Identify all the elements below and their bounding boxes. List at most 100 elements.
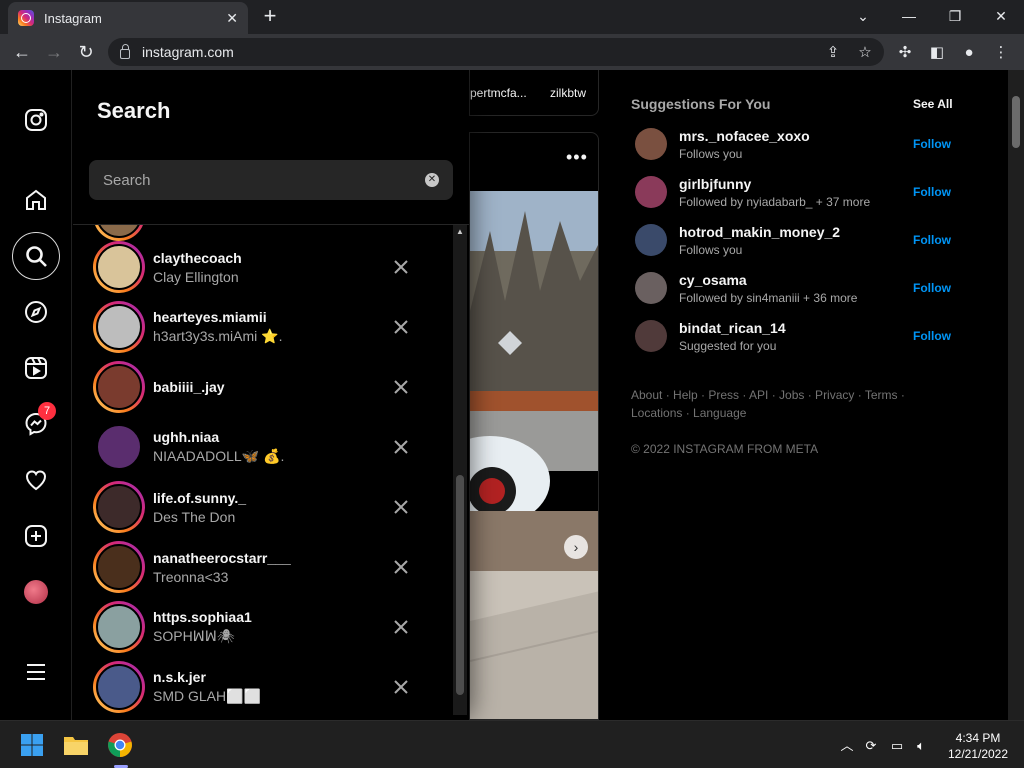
remove-recent-close-icon[interactable] <box>389 615 413 639</box>
list-item[interactable]: hearteyes.miamii h3art3y3s.miAmi ⭐. <box>73 297 453 357</box>
search-input[interactable] <box>103 171 425 189</box>
search-heading: Search <box>97 98 171 123</box>
post-image[interactable] <box>470 191 598 719</box>
explore-compass-icon[interactable] <box>20 296 52 328</box>
forward-arrow-icon[interactable]: → <box>42 40 66 64</box>
list-item[interactable]: ughh.niaa NIAADADOLL🦋 💰. <box>73 417 453 477</box>
recent-fullname: NIAADADOLL🦋 💰. <box>153 448 285 464</box>
show-hidden-icons-chevron-icon[interactable]: ︿ <box>838 737 856 755</box>
list-item[interactable]: nanatheerocstarr___ Treonna<33 <box>73 537 453 597</box>
new-tab-button[interactable]: + <box>258 4 282 28</box>
scrollbar-thumb[interactable] <box>1012 96 1020 148</box>
more-menu-icon[interactable] <box>20 656 52 688</box>
chrome-menu-icon[interactable]: ⋮ <box>992 44 1010 62</box>
notifications-heart-icon[interactable] <box>20 464 52 496</box>
post-more-options-icon[interactable]: ••• <box>566 147 588 168</box>
left-nav-rail: 7 <box>0 70 72 720</box>
remove-recent-close-icon[interactable] <box>389 675 413 699</box>
list-item[interactable]: babiiii_.jay <box>73 357 453 417</box>
address-bar[interactable]: instagram.com <box>108 38 884 66</box>
story-label[interactable]: pertmcfa... <box>470 86 527 100</box>
back-arrow-icon[interactable]: ← <box>10 40 34 64</box>
minimize-button[interactable]: — <box>894 4 924 28</box>
remove-recent-close-icon[interactable] <box>389 315 413 339</box>
sync-icon[interactable]: ⟳ <box>862 737 880 755</box>
page-scrollbar[interactable] <box>1008 70 1024 720</box>
suggestion-avatar[interactable] <box>635 320 667 352</box>
close-window-button[interactable]: ✕ <box>986 4 1016 28</box>
clear-search-icon[interactable]: ✕ <box>425 173 439 187</box>
recent-username: life.of.sunny._ <box>153 489 247 506</box>
remove-recent-close-icon[interactable] <box>389 375 413 399</box>
suggestion-avatar[interactable] <box>635 224 667 256</box>
list-item[interactable]: life.of.sunny._ Des The Don <box>73 477 453 537</box>
avatar <box>96 664 142 710</box>
windows-start-icon[interactable] <box>16 729 48 761</box>
home-icon[interactable] <box>20 184 52 216</box>
browser-toolbar: ← → ↻ instagram.com ⇪ ☆ ✣ ◧ ● ⋮ <box>0 34 1024 70</box>
suggestion-username[interactable]: hotrod_makin_money_2 <box>679 224 913 240</box>
instagram-page: 7 pertmcfa... zilkbtw ••• › Suggestions … <box>0 70 1008 720</box>
search-box: ✕ <box>89 160 453 200</box>
reload-icon[interactable]: ↻ <box>74 40 98 64</box>
suggestion-avatar[interactable] <box>635 128 667 160</box>
avatar <box>96 364 142 410</box>
list-item[interactable]: https.sophiaa1 SOPHꟽꟽ🕷 <box>73 597 453 657</box>
bookmark-star-icon[interactable]: ☆ <box>856 44 874 62</box>
suggestion-reason: Follows you <box>679 146 743 161</box>
remove-recent-close-icon[interactable] <box>389 435 413 459</box>
follow-button[interactable]: Follow <box>913 233 951 247</box>
suggestion-username[interactable]: mrs._nofacee_xoxo <box>679 128 913 144</box>
tab-title: Instagram <box>44 10 102 26</box>
chrome-taskbar-icon[interactable] <box>104 729 136 761</box>
browser-tab[interactable]: Instagram ✕ <box>8 2 248 34</box>
tab-close-icon[interactable]: ✕ <box>226 10 238 27</box>
suggestion-avatar[interactable] <box>635 272 667 304</box>
tab-search-icon[interactable]: ⌄ <box>848 4 878 28</box>
taskbar-clock[interactable]: 4:34 PM 12/21/2022 <box>940 730 1016 762</box>
search-panel-scrollbar[interactable]: ▲ <box>453 225 467 715</box>
story-label[interactable]: zilkbtw <box>550 86 586 100</box>
extensions-puzzle-icon[interactable]: ✣ <box>896 44 914 62</box>
suggestion-username[interactable]: bindat_rican_14 <box>679 320 913 336</box>
avatar <box>96 244 142 290</box>
see-all-link[interactable]: See All <box>913 97 953 111</box>
suggestion-username[interactable]: cy_osama <box>679 272 913 288</box>
footer-links[interactable]: About · Help · Press · API · Jobs · Priv… <box>631 386 951 422</box>
follow-button[interactable]: Follow <box>913 137 951 151</box>
clock-date: 12/21/2022 <box>947 747 1009 761</box>
scroll-up-arrow-icon[interactable]: ▲ <box>456 227 464 236</box>
feed-post: ••• › <box>469 132 599 720</box>
avatar <box>96 304 142 350</box>
next-image-chevron-icon[interactable]: › <box>564 535 588 559</box>
display-icon[interactable]: ▭ <box>888 737 906 755</box>
remove-recent-close-icon[interactable] <box>389 555 413 579</box>
profile-avatar[interactable] <box>24 580 48 604</box>
list-item[interactable]: claythecoach Clay Ellington <box>73 237 453 297</box>
avatar <box>96 484 142 530</box>
remove-recent-close-icon[interactable] <box>389 255 413 279</box>
profile-icon[interactable]: ● <box>960 44 978 62</box>
suggestion-avatar[interactable] <box>635 176 667 208</box>
reels-icon[interactable] <box>20 352 52 384</box>
suggestion-username[interactable]: girlbjfunny <box>679 176 913 192</box>
follow-button[interactable]: Follow <box>913 185 951 199</box>
follow-button[interactable]: Follow <box>913 329 951 343</box>
side-panel-icon[interactable]: ◧ <box>928 44 946 62</box>
search-nav-icon[interactable] <box>12 232 60 280</box>
remove-recent-close-icon[interactable] <box>389 495 413 519</box>
list-item[interactable]: n.s.k.jer SMD GLAH⬜⬜ <box>73 657 453 717</box>
search-panel: Search ✕ claythecoach Clay Ellington <box>73 70 469 720</box>
file-explorer-icon[interactable] <box>60 729 92 761</box>
share-icon[interactable]: ⇪ <box>824 44 842 62</box>
suggestions-title: Suggestions For You <box>631 96 771 112</box>
create-plus-icon[interactable] <box>20 520 52 552</box>
scrollbar-thumb[interactable] <box>456 475 464 695</box>
volume-icon[interactable]: 🔈︎ <box>912 737 930 755</box>
messenger-icon[interactable]: 7 <box>20 402 56 440</box>
recent-username: https.sophiaa1 <box>153 609 252 625</box>
follow-button[interactable]: Follow <box>913 281 951 295</box>
restore-button[interactable]: ❐ <box>940 4 970 28</box>
instagram-logo-icon[interactable] <box>20 104 52 136</box>
recent-fullname: SMD GLAH⬜⬜ <box>153 688 261 704</box>
